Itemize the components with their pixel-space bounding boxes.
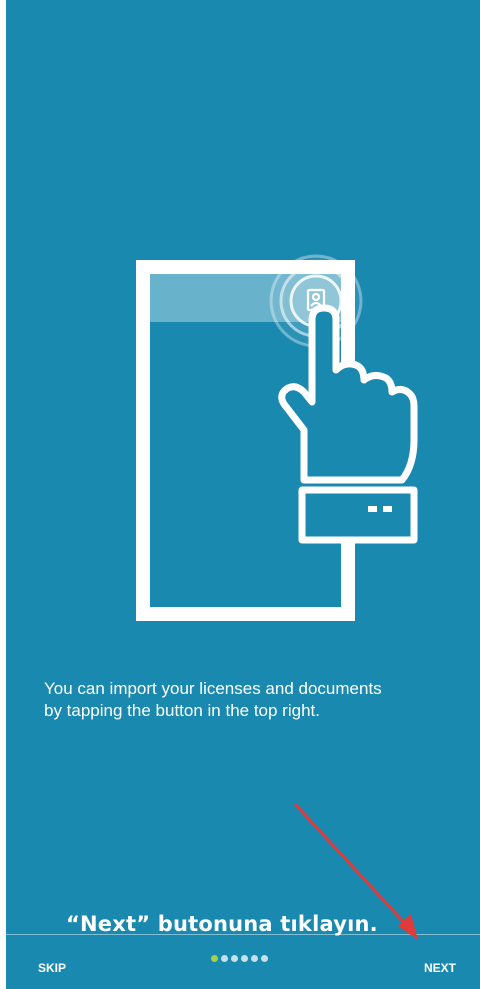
page-indicator [211,955,268,962]
page-dot-active [211,955,218,962]
onboarding-screen: You can import your licenses and documen… [6,0,480,989]
onboarding-message: You can import your licenses and documen… [44,679,382,720]
page-dot [231,955,238,962]
page-dot [261,955,268,962]
bottom-navigation-bar: SKIP NEXT [6,934,480,989]
tutorial-annotation-text: “Next” butonuna tıklayın. [66,912,378,936]
phone-tap-illustration [136,254,418,621]
next-button[interactable]: NEXT [424,961,456,975]
skip-button[interactable]: SKIP [38,961,66,975]
page-dot [241,955,248,962]
page-dot [251,955,258,962]
page-dot [221,955,228,962]
